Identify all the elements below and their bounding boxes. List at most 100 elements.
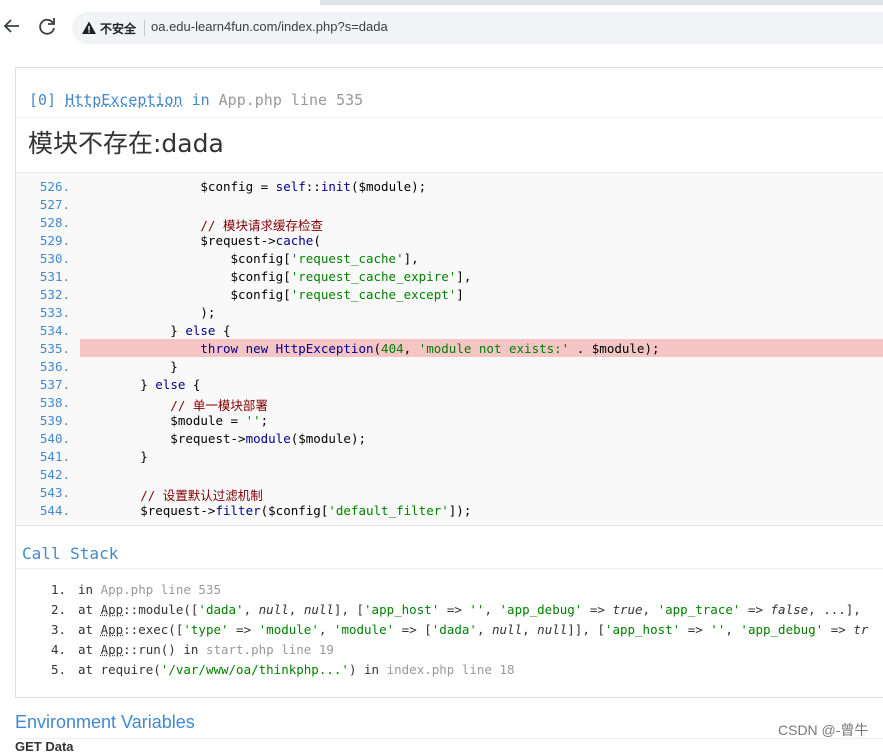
source-line: 543. // 设置默认过滤机制: [16, 483, 883, 503]
source-line: 540. $request->module($module);: [16, 429, 883, 447]
exception-line: 535: [336, 91, 364, 109]
active-tab[interactable]: [0, 0, 320, 5]
env-first-row: GET Data: [15, 739, 74, 754]
line-code: $config['request_cache'],: [80, 251, 419, 266]
line-number: 539.: [39, 413, 70, 428]
source-line: 542.: [16, 465, 883, 483]
class-link[interactable]: App: [101, 622, 124, 637]
line-number: 526.: [39, 179, 70, 194]
exception-index: [0]: [29, 91, 57, 109]
call-stack-text: at require('/var/www/oa/thinkphp...') in…: [78, 662, 515, 677]
reload-button[interactable]: [35, 14, 59, 38]
source-line: 533. );: [16, 303, 883, 321]
reload-icon: [39, 18, 55, 35]
env-divider: [15, 738, 883, 739]
call-stack-item: 2. at App::module(['dada', null, null], […: [16, 602, 883, 622]
line-code: $request->filter($config['default_filter…: [80, 503, 472, 518]
call-stack-text: at App::run() in start.php line 19: [78, 642, 334, 657]
line-number: 537.: [39, 377, 70, 392]
exception-message: 模块不存在:dada: [28, 129, 224, 158]
call-stack-list: 1. in App.php line 535 2. at App::module(['…: [16, 568, 883, 687]
line-number: 532.: [39, 287, 70, 302]
arrow-left-icon: [3, 19, 19, 33]
source-line: 528. // 模块请求缓存检查: [16, 213, 883, 233]
source-line: 527.: [16, 195, 883, 213]
call-stack-item: 4. at App::run() in start.php line 19: [16, 642, 883, 662]
line-number: 529.: [39, 233, 70, 248]
line-number: 541.: [39, 449, 70, 464]
env-variables-title: Environment Variables: [15, 712, 195, 732]
url-text[interactable]: oa.edu-learn4fun.com/index.php?s=dada: [151, 19, 388, 34]
line-code: $request->cache(: [80, 233, 321, 248]
line-code: }: [80, 449, 148, 464]
back-button[interactable]: [0, 14, 24, 38]
line-code: $module = '';: [80, 413, 269, 428]
url-separator: [144, 20, 145, 36]
exception-panel: [0] HttpException in App.php line 535 模块…: [15, 67, 883, 698]
source-line: 531. $config['request_cache_expire'],: [16, 267, 883, 285]
source-line-error: 535. throw new HttpException(404, 'modul…: [16, 339, 883, 357]
source-line: 537. } else {: [16, 375, 883, 393]
line-number: 540.: [39, 431, 70, 446]
source-line: 530. $config['request_cache'],: [16, 249, 883, 267]
not-secure-label[interactable]: 不安全: [100, 20, 136, 37]
exception-file: App.php: [218, 91, 282, 109]
class-link[interactable]: App: [101, 642, 124, 657]
exception-in-word: in: [191, 91, 210, 109]
line-number: 533.: [39, 305, 70, 320]
source-line: 544. $request->filter($config['default_f…: [16, 501, 883, 519]
exception-info: [0] HttpException in App.php line 535: [29, 91, 363, 109]
line-number: 528.: [39, 215, 70, 230]
line-code: );: [80, 305, 216, 320]
call-stack-item: 3. at App::exec(['type' => 'module', 'mod…: [16, 622, 883, 642]
source-line: 539. $module = '';: [16, 411, 883, 429]
line-number: 527.: [39, 197, 70, 212]
line-code: $config = self::init($module);: [80, 179, 427, 194]
line-number: 538.: [39, 395, 70, 410]
source-line-bg: [80, 465, 883, 483]
warning-icon: [82, 21, 96, 34]
line-code: } else {: [80, 377, 201, 392]
address-bar[interactable]: 不安全 oa.edu-learn4fun.com/index.php?s=dad…: [72, 12, 883, 44]
line-number: 542.: [39, 467, 70, 482]
line-code: } else {: [80, 323, 231, 338]
header-divider: [16, 117, 883, 118]
source-line: 536. }: [16, 357, 883, 375]
call-stack-number: 4.: [50, 642, 66, 657]
line-code: $request->module($module);: [80, 431, 366, 446]
line-number: 530.: [39, 251, 70, 266]
csdn-watermark: CSDN @-曾牛: [778, 722, 869, 738]
source-line-bg: [80, 357, 883, 375]
call-stack-item: 1. in App.php line 535: [16, 582, 883, 602]
source-line-bg: [80, 195, 883, 213]
call-stack-number: 1.: [50, 582, 66, 597]
class-link[interactable]: App: [101, 602, 124, 617]
source-line: 532. $config['request_cache_except']: [16, 285, 883, 303]
line-number: 544.: [39, 503, 70, 518]
line-number: 535.: [39, 341, 70, 356]
source-line: 538. // 单一模块部署: [16, 393, 883, 413]
line-number: 543.: [39, 485, 70, 500]
exception-class-link[interactable]: HttpException: [65, 91, 182, 109]
browser-toolbar: 不安全 oa.edu-learn4fun.com/index.php?s=dad…: [0, 0, 883, 52]
line-number: 534.: [39, 323, 70, 338]
source-line-bg: [80, 447, 883, 465]
source-line: 529. $request->cache(: [16, 231, 883, 249]
source-line: 526. $config = self::init($module);: [16, 177, 883, 195]
tab-strip: [0, 0, 883, 5]
call-stack-number: 3.: [50, 622, 66, 637]
line-code: throw new HttpException(404, 'module not…: [80, 341, 660, 356]
call-stack-item: 5. at require('/var/www/oa/thinkphp...') …: [16, 662, 883, 682]
source-code-block: 526. $config = self::init($module); 527. 5…: [16, 172, 883, 526]
source-line: 534. } else {: [16, 321, 883, 339]
line-code: }: [80, 359, 178, 374]
call-stack-text: at App::module(['dada', null, null], ['a…: [78, 602, 861, 617]
source-line-bg: [80, 375, 883, 393]
line-code: $config['request_cache_expire'],: [80, 269, 472, 284]
call-stack-text: at App::exec(['type' => 'module', 'modul…: [78, 622, 869, 637]
line-number: 536.: [39, 359, 70, 374]
line-number: 531.: [39, 269, 70, 284]
line-code: $config['request_cache_except']: [80, 287, 464, 302]
source-line: 541. }: [16, 447, 883, 465]
exception-line-word: line: [290, 91, 328, 109]
